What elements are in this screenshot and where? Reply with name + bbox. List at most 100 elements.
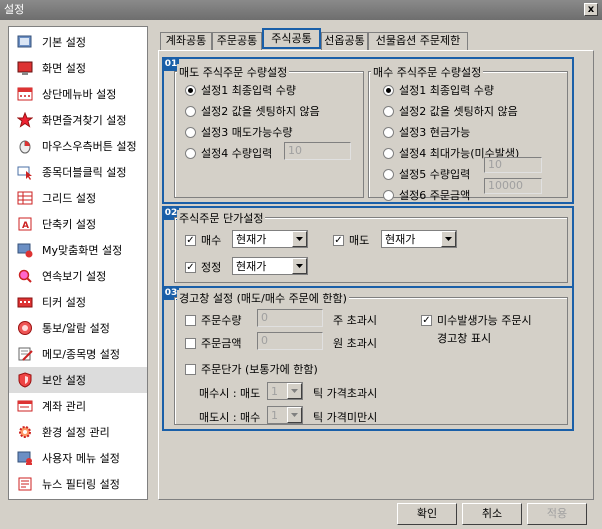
close-icon: x xyxy=(587,4,595,15)
radio-button[interactable] xyxy=(383,105,394,117)
order-amount-checkbox-row[interactable]: 주문금액 xyxy=(185,335,241,351)
checkbox-checked-icon[interactable]: ✓ xyxy=(333,234,344,246)
sidebar-item-screen[interactable]: 화면 설정 xyxy=(9,55,147,81)
sidebar-item-alarm[interactable]: 통보/알람 설정 xyxy=(9,315,147,341)
order-amount-suffix: 원 초과시 xyxy=(333,337,377,350)
checkbox[interactable] xyxy=(185,363,196,375)
section-warning: 03 경고창 설정 (매도/매수 주문에 한함) 주문수량 0 주 초과시 주문… xyxy=(162,286,574,431)
sidebar-item-user-menu[interactable]: 사용자 메뉴 설정 xyxy=(9,445,147,471)
checkbox-label: 매수 xyxy=(201,234,222,247)
select-value: 현재가 xyxy=(236,233,267,246)
tab-label: 주문공통 xyxy=(216,34,258,47)
sidebar-item-favorites[interactable]: 화면즐겨찾기 설정 xyxy=(9,107,147,133)
sidebar-item-continuous-view[interactable]: 연속보기 설정 xyxy=(9,263,147,289)
buy-amount-input[interactable]: 10000 xyxy=(484,178,542,194)
option-label: 설정1 최종입력 수량 xyxy=(399,84,494,97)
sell-price-select[interactable]: 현재가 xyxy=(381,230,457,248)
sidebar-item-label: 보안 설정 xyxy=(42,374,86,387)
tab-order-common[interactable]: 주문공통 xyxy=(212,32,262,50)
sell-price-checkbox-row[interactable]: ✓ 매도 xyxy=(333,232,369,248)
sidebar-item-label: 메모/종목명 설정 xyxy=(42,348,121,361)
radio-button[interactable] xyxy=(383,168,394,180)
apply-button[interactable]: 적용 xyxy=(527,503,587,525)
checkbox-checked-icon[interactable]: ✓ xyxy=(185,234,196,246)
sidebar-item-security[interactable]: 보안 설정 xyxy=(9,367,147,393)
option-label: 설정2 값을 셋팅하지 않음 xyxy=(201,105,320,118)
checkbox-label: 정정 xyxy=(201,261,222,274)
sidebar-item-label: 티커 설정 xyxy=(42,296,86,309)
sell-tick-select[interactable]: 1 xyxy=(267,406,303,424)
radio-button[interactable] xyxy=(383,84,394,96)
buy-option-5[interactable]: 설정5 수량입력 xyxy=(383,166,470,182)
sidebar-item-label: 화면 설정 xyxy=(42,62,86,75)
buy-option-2[interactable]: 설정2 값을 셋팅하지 않음 xyxy=(383,103,518,119)
buy-price-checkbox-row[interactable]: ✓ 매수 xyxy=(185,232,221,248)
sell-option-4[interactable]: 설정4 수량입력 xyxy=(185,145,272,161)
monitor-icon xyxy=(17,60,33,76)
tab-label: 선물옵션 주문제한 xyxy=(375,34,461,47)
radio-button[interactable] xyxy=(383,126,394,138)
tab-account-common[interactable]: 계좌공통 xyxy=(160,32,212,50)
checkbox-checked-icon[interactable]: ✓ xyxy=(185,261,196,273)
buy-tick-prefix: 매수시 : 매도 xyxy=(199,387,261,400)
sidebar-item-label: 통보/알람 설정 xyxy=(42,322,110,335)
checkbox-label: 주문단가 (보통가에 한함) xyxy=(201,363,318,376)
order-qty-checkbox-row[interactable]: 주문수량 xyxy=(185,312,241,328)
tab-futures-order-limit[interactable]: 선물옵션 주문제한 xyxy=(368,32,468,50)
settings-sidebar: 기본 설정 화면 설정 상단메뉴바 설정 화면즐겨찾기 설정 마우스우측버튼 설… xyxy=(8,26,148,500)
sidebar-item-basic[interactable]: 기본 설정 xyxy=(9,29,147,55)
warning-group: 경고창 설정 (매도/매수 주문에 한함) 주문수량 0 주 초과시 주문금액 … xyxy=(174,290,568,425)
sidebar-item-label: 종목더블클릭 설정 xyxy=(42,166,127,179)
shield-icon xyxy=(17,372,33,388)
sidebar-item-label: My맞춤화면 설정 xyxy=(42,244,123,257)
sidebar-item-mouse[interactable]: 마우스우측버튼 설정 xyxy=(9,133,147,159)
order-qty-input[interactable]: 0 xyxy=(257,309,323,327)
sidebar-item-env-settings[interactable]: 환경 설정 관리 xyxy=(9,419,147,445)
close-button[interactable]: x xyxy=(584,3,598,16)
checkbox[interactable] xyxy=(185,314,196,326)
radio-button[interactable] xyxy=(383,189,394,201)
ok-button[interactable]: 확인 xyxy=(397,503,457,525)
checkbox[interactable] xyxy=(185,337,196,349)
select-value: 현재가 xyxy=(385,233,416,246)
unit-price-checkbox-row[interactable]: 주문단가 (보통가에 한함) xyxy=(185,361,318,377)
sell-option-1[interactable]: 설정1 최종입력 수량 xyxy=(185,82,296,98)
correct-price-select[interactable]: 현재가 xyxy=(232,257,308,275)
radio-button[interactable] xyxy=(383,147,394,159)
buy-option-3[interactable]: 설정3 현금가능 xyxy=(383,124,470,140)
sidebar-item-label: 기본 설정 xyxy=(42,36,86,49)
sidebar-item-custom-screen[interactable]: My맞춤화면 설정 xyxy=(9,237,147,263)
radio-button[interactable] xyxy=(185,105,196,117)
sidebar-item-grid[interactable]: 그리드 설정 xyxy=(9,185,147,211)
buy-price-select[interactable]: 현재가 xyxy=(232,230,308,248)
sidebar-item-menubar[interactable]: 상단메뉴바 설정 xyxy=(9,81,147,107)
order-amount-input[interactable]: 0 xyxy=(257,332,323,350)
sell-quantity-input[interactable]: 10 xyxy=(284,142,351,160)
radio-button[interactable] xyxy=(185,84,196,96)
sell-option-2[interactable]: 설정2 값을 셋팅하지 않음 xyxy=(185,103,320,119)
chevron-down-icon xyxy=(441,231,456,247)
sell-option-3[interactable]: 설정3 매도가능수량 xyxy=(185,124,292,140)
sidebar-item-ticker[interactable]: 티커 설정 xyxy=(9,289,147,315)
settings-icon xyxy=(17,34,33,50)
buy-option-1[interactable]: 설정1 최종입력 수량 xyxy=(383,82,494,98)
group-legend: 매도 주식주문 수량설정 xyxy=(177,64,290,80)
cancel-button[interactable]: 취소 xyxy=(462,503,522,525)
tab-futures-options-common[interactable]: 선옵공통 xyxy=(321,32,368,50)
buy-quantity-input[interactable]: 10 xyxy=(484,157,542,173)
sidebar-item-account[interactable]: 계좌 관리 xyxy=(9,393,147,419)
unpaid-warning-checkbox-row[interactable]: ✓ 미수발생가능 주문시 xyxy=(421,312,532,328)
sidebar-item-shortcut[interactable]: A 단축키 설정 xyxy=(9,211,147,237)
checkbox-checked-icon[interactable]: ✓ xyxy=(421,314,432,326)
sidebar-item-doubleclick[interactable]: 종목더블클릭 설정 xyxy=(9,159,147,185)
buy-tick-select[interactable]: 1 xyxy=(267,382,303,400)
radio-button[interactable] xyxy=(185,126,196,138)
sidebar-item-news-filter[interactable]: 뉴스 필터링 설정 xyxy=(9,471,147,497)
tab-stock-common[interactable]: 주식공통 xyxy=(262,28,321,49)
sidebar-item-label: 마우스우측버튼 설정 xyxy=(42,140,137,153)
radio-button[interactable] xyxy=(185,147,196,159)
buy-option-6[interactable]: 설정6 주문금액 xyxy=(383,187,470,203)
group-legend: 매수 주식주문 수량설정 xyxy=(371,64,484,80)
correct-price-checkbox-row[interactable]: ✓ 정정 xyxy=(185,259,221,275)
sidebar-item-memo[interactable]: 메모/종목명 설정 xyxy=(9,341,147,367)
